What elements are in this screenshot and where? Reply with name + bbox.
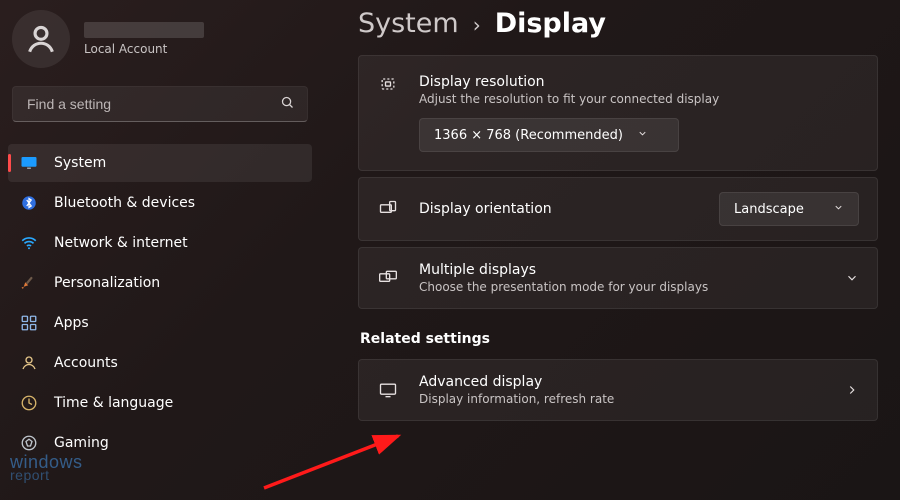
section-header-related: Related settings <box>360 331 878 347</box>
multiple-displays-icon <box>377 268 399 288</box>
chevron-down-icon <box>845 271 859 285</box>
sidebar-item-label: Personalization <box>54 275 160 291</box>
main-content: System › Display Display resolution Adju… <box>320 0 900 500</box>
time-language-icon <box>20 394 38 412</box>
system-icon <box>20 154 38 172</box>
card-subtitle: Adjust the resolution to fit your connec… <box>419 92 859 106</box>
sidebar-item-personalization[interactable]: Personalization <box>8 264 312 302</box>
person-icon <box>24 22 58 56</box>
breadcrumb-separator: › <box>473 13 481 37</box>
card-advanced-display[interactable]: Advanced display Display information, re… <box>358 359 878 421</box>
sidebar-nav: System Bluetooth & devices Network & int… <box>8 144 312 462</box>
dropdown-value: Landscape <box>734 202 804 217</box>
search-box[interactable] <box>12 86 308 122</box>
sidebar-item-label: Network & internet <box>54 235 188 251</box>
sidebar-item-label: Apps <box>54 315 89 331</box>
profile-block[interactable]: Local Account <box>8 10 312 86</box>
chevron-down-icon <box>833 202 844 217</box>
sidebar-item-network[interactable]: Network & internet <box>8 224 312 262</box>
card-title: Advanced display <box>419 374 825 390</box>
card-subtitle: Choose the presentation mode for your di… <box>419 280 825 294</box>
breadcrumb-parent[interactable]: System <box>358 8 459 39</box>
chevron-down-icon <box>637 128 648 143</box>
avatar <box>12 10 70 68</box>
chevron-right-icon <box>845 383 859 397</box>
card-display-resolution: Display resolution Adjust the resolution… <box>358 55 878 171</box>
watermark: windows report <box>10 455 83 482</box>
bluetooth-icon <box>20 194 38 212</box>
card-display-orientation: Display orientation Landscape <box>358 177 878 241</box>
sidebar-item-label: Accounts <box>54 355 118 371</box>
card-title: Display orientation <box>419 201 699 217</box>
profile-text: Local Account <box>84 22 204 56</box>
sidebar-item-label: Gaming <box>54 435 109 451</box>
personalization-icon <box>20 274 38 292</box>
sidebar: Local Account System Bluetooth & devices… <box>0 0 320 500</box>
sidebar-item-accounts[interactable]: Accounts <box>8 344 312 382</box>
dropdown-value: 1366 × 768 (Recommended) <box>434 128 623 143</box>
watermark-line2: report <box>10 470 83 482</box>
breadcrumb: System › Display <box>358 8 878 39</box>
gaming-icon <box>20 434 38 452</box>
sidebar-item-time-language[interactable]: Time & language <box>8 384 312 422</box>
card-subtitle: Display information, refresh rate <box>419 392 825 406</box>
sidebar-item-label: System <box>54 155 106 171</box>
advanced-display-icon <box>377 380 399 400</box>
search-icon <box>280 95 295 114</box>
accounts-icon <box>20 354 38 372</box>
resolution-icon <box>377 74 399 94</box>
orientation-icon <box>377 199 399 219</box>
sidebar-item-system[interactable]: System <box>8 144 312 182</box>
card-multiple-displays[interactable]: Multiple displays Choose the presentatio… <box>358 247 878 309</box>
search-input[interactable] <box>25 95 272 113</box>
sidebar-item-label: Time & language <box>54 395 173 411</box>
profile-subtitle: Local Account <box>84 42 204 56</box>
resolution-dropdown[interactable]: 1366 × 768 (Recommended) <box>419 118 679 152</box>
sidebar-item-apps[interactable]: Apps <box>8 304 312 342</box>
card-title: Display resolution <box>419 74 859 90</box>
apps-icon <box>20 314 38 332</box>
wifi-icon <box>20 234 38 252</box>
sidebar-item-label: Bluetooth & devices <box>54 195 195 211</box>
card-title: Multiple displays <box>419 262 825 278</box>
orientation-dropdown[interactable]: Landscape <box>719 192 859 226</box>
profile-name-redacted <box>84 22 204 38</box>
breadcrumb-current: Display <box>495 8 606 39</box>
sidebar-item-bluetooth[interactable]: Bluetooth & devices <box>8 184 312 222</box>
